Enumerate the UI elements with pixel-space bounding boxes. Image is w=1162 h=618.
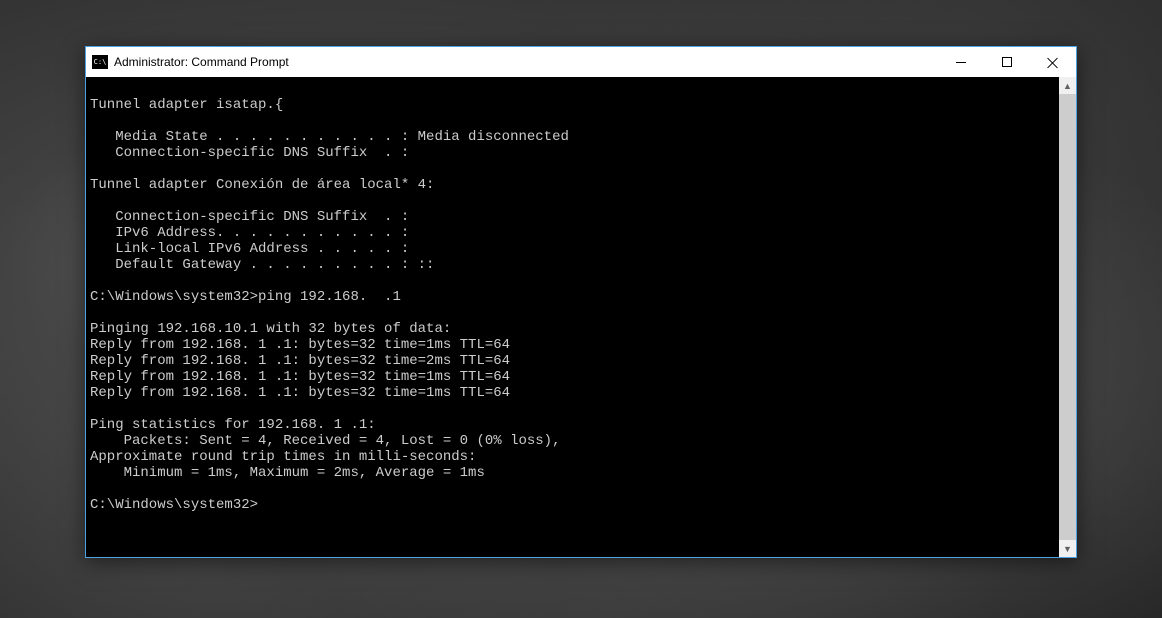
maximize-icon [1002,57,1012,67]
scroll-thumb[interactable] [1059,94,1076,540]
scroll-up-button[interactable]: ▲ [1059,77,1076,94]
minimize-icon [956,62,966,63]
titlebar[interactable]: Administrator: Command Prompt [86,47,1076,77]
command-prompt-window: Administrator: Command Prompt Tunnel ada… [85,46,1077,558]
scroll-down-button[interactable]: ▼ [1059,540,1076,557]
vertical-scrollbar[interactable]: ▲ ▼ [1059,77,1076,557]
window-title: Administrator: Command Prompt [114,55,938,69]
client-area: Tunnel adapter isatap.{ Media State . . … [86,77,1076,557]
close-button[interactable] [1030,47,1076,77]
maximize-button[interactable] [984,47,1030,77]
minimize-button[interactable] [938,47,984,77]
close-icon [1047,56,1059,68]
window-controls [938,47,1076,77]
terminal-output[interactable]: Tunnel adapter isatap.{ Media State . . … [86,77,1059,557]
cmd-icon [92,55,108,69]
scroll-track[interactable] [1059,94,1076,540]
